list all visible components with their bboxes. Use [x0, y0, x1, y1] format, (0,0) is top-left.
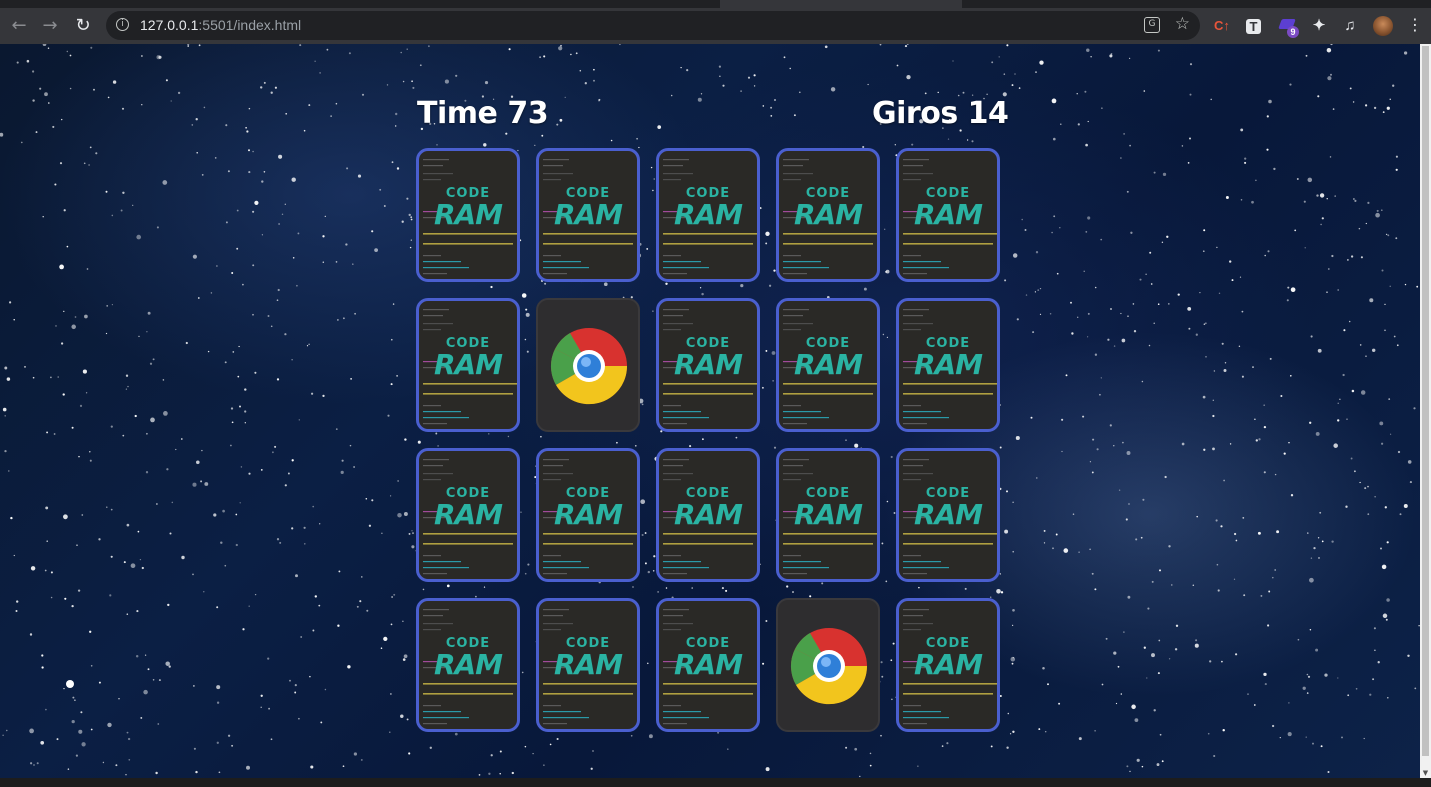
logo-line-2: RAM [793, 498, 863, 531]
memory-card[interactable]: CODE RAM [656, 448, 760, 582]
coderam-logo: CODE RAM [659, 487, 757, 529]
address-bar[interactable]: i 127.0.0.1:5501/index.html G ☆ [106, 11, 1200, 40]
moves-value: 14 [967, 96, 1009, 131]
coderam-logo: CODE RAM [539, 187, 637, 229]
back-icon[interactable]: ← [7, 14, 31, 38]
chrome-icon [788, 625, 870, 711]
logo-line-2: RAM [793, 198, 863, 231]
memory-card[interactable]: CODE RAM [896, 148, 1000, 282]
bottom-edge [0, 778, 1431, 787]
nav-toolbar: ← → ↻ i 127.0.0.1:5501/index.html G ☆ C↑… [0, 8, 1431, 44]
coderam-logo: CODE RAM [899, 337, 997, 379]
memory-card[interactable]: CODE RAM [776, 448, 880, 582]
logo-line-2: RAM [553, 198, 623, 231]
logo-line-2: RAM [913, 198, 983, 231]
memory-card[interactable]: CODE RAM [416, 598, 520, 732]
profile-avatar[interactable] [1373, 16, 1393, 36]
browser-toolbar: ← → ↻ i 127.0.0.1:5501/index.html G ☆ C↑… [0, 0, 1431, 44]
memory-card[interactable]: CODE RAM [416, 298, 520, 432]
coderam-logo: CODE RAM [659, 637, 757, 679]
extensions-puzzle-icon[interactable]: ✦ [1310, 17, 1328, 35]
memory-card[interactable]: CODE RAM [536, 448, 640, 582]
memory-card[interactable]: CODE RAM [416, 148, 520, 282]
memory-card[interactable]: CODE RAM [536, 148, 640, 282]
coderam-logo: CODE RAM [419, 187, 517, 229]
memory-card[interactable]: CODE RAM [896, 298, 1000, 432]
coderam-logo: CODE RAM [419, 637, 517, 679]
active-tab[interactable] [720, 0, 962, 8]
coderam-logo: CODE RAM [539, 487, 637, 529]
logo-line-2: RAM [793, 348, 863, 381]
coderam-logo: CODE RAM [539, 637, 637, 679]
coderam-logo: CODE RAM [419, 487, 517, 529]
media-control-icon[interactable]: ♫ [1341, 17, 1359, 35]
extension-badge-icon[interactable]: 9 [1278, 17, 1299, 38]
scrollbar-thumb[interactable] [1422, 46, 1429, 756]
extension-badge-count: 9 [1287, 26, 1299, 38]
logo-line-2: RAM [913, 648, 983, 681]
coderam-logo: CODE RAM [899, 637, 997, 679]
logo-line-2: RAM [433, 348, 503, 381]
coderam-logo: CODE RAM [659, 337, 757, 379]
timer-display: Time 73 [417, 96, 549, 136]
scroll-down-icon[interactable]: ▼ [1420, 768, 1431, 778]
coderam-logo: CODE RAM [659, 187, 757, 229]
timer-label: Time [417, 96, 498, 131]
url-host: 127.0.0.1 [140, 17, 199, 33]
logo-line-2: RAM [433, 648, 503, 681]
memory-card[interactable]: CODE RAM [896, 598, 1000, 732]
memory-card[interactable]: CODE RAM [776, 148, 880, 282]
coderam-logo: CODE RAM [419, 337, 517, 379]
forward-icon[interactable]: → [38, 14, 62, 38]
timer-value: 73 [507, 96, 549, 131]
logo-line-2: RAM [913, 498, 983, 531]
memory-card[interactable]: CODE RAM [656, 298, 760, 432]
chrome-icon [548, 325, 630, 411]
coderam-logo: CODE RAM [779, 337, 877, 379]
logo-line-2: RAM [553, 648, 623, 681]
logo-line-2: RAM [913, 348, 983, 381]
memory-card[interactable]: CODE RAM [656, 598, 760, 732]
logo-line-2: RAM [673, 648, 743, 681]
bookmark-star-icon[interactable]: ☆ [1175, 14, 1190, 34]
memory-card[interactable]: CODE RAM [656, 148, 760, 282]
coderam-logo: CODE RAM [899, 487, 997, 529]
moves-label: Giros [872, 96, 958, 131]
logo-line-2: RAM [433, 498, 503, 531]
logo-line-2: RAM [673, 498, 743, 531]
memory-card[interactable] [536, 298, 640, 432]
logo-line-2: RAM [673, 198, 743, 231]
game-page: Time 73 Giros 14 CODE RAM CODE RAM CODE RAM CODE… [0, 44, 1420, 778]
logo-line-2: RAM [673, 348, 743, 381]
translate-icon[interactable]: G [1144, 17, 1160, 33]
coderam-logo: CODE RAM [779, 487, 877, 529]
info-icon[interactable]: i [116, 18, 129, 31]
logo-line-2: RAM [433, 198, 503, 231]
reload-icon[interactable]: ↻ [71, 14, 95, 38]
coderam-logo: CODE RAM [779, 187, 877, 229]
memory-card[interactable]: CODE RAM [776, 298, 880, 432]
card-grid: CODE RAM CODE RAM CODE RAM CODE RAM CODE RAM CODE R… [416, 148, 1002, 732]
memory-card[interactable] [776, 598, 880, 732]
url-path: :5501/index.html [198, 17, 302, 33]
memory-card[interactable]: CODE RAM [896, 448, 1000, 582]
memory-card[interactable]: CODE RAM [416, 448, 520, 582]
memory-card[interactable]: CODE RAM [536, 598, 640, 732]
logo-line-2: RAM [553, 498, 623, 531]
extension-c-icon[interactable]: C↑ [1213, 17, 1231, 35]
vertical-scrollbar[interactable]: ▲ ▼ [1420, 44, 1431, 778]
moves-display: Giros 14 [872, 96, 1009, 136]
tab-strip [0, 0, 1431, 8]
extension-t-icon[interactable]: T [1246, 19, 1261, 34]
url-text[interactable]: 127.0.0.1:5501/index.html [140, 17, 301, 33]
kebab-menu-icon[interactable]: ⋮ [1407, 15, 1423, 34]
coderam-logo: CODE RAM [899, 187, 997, 229]
